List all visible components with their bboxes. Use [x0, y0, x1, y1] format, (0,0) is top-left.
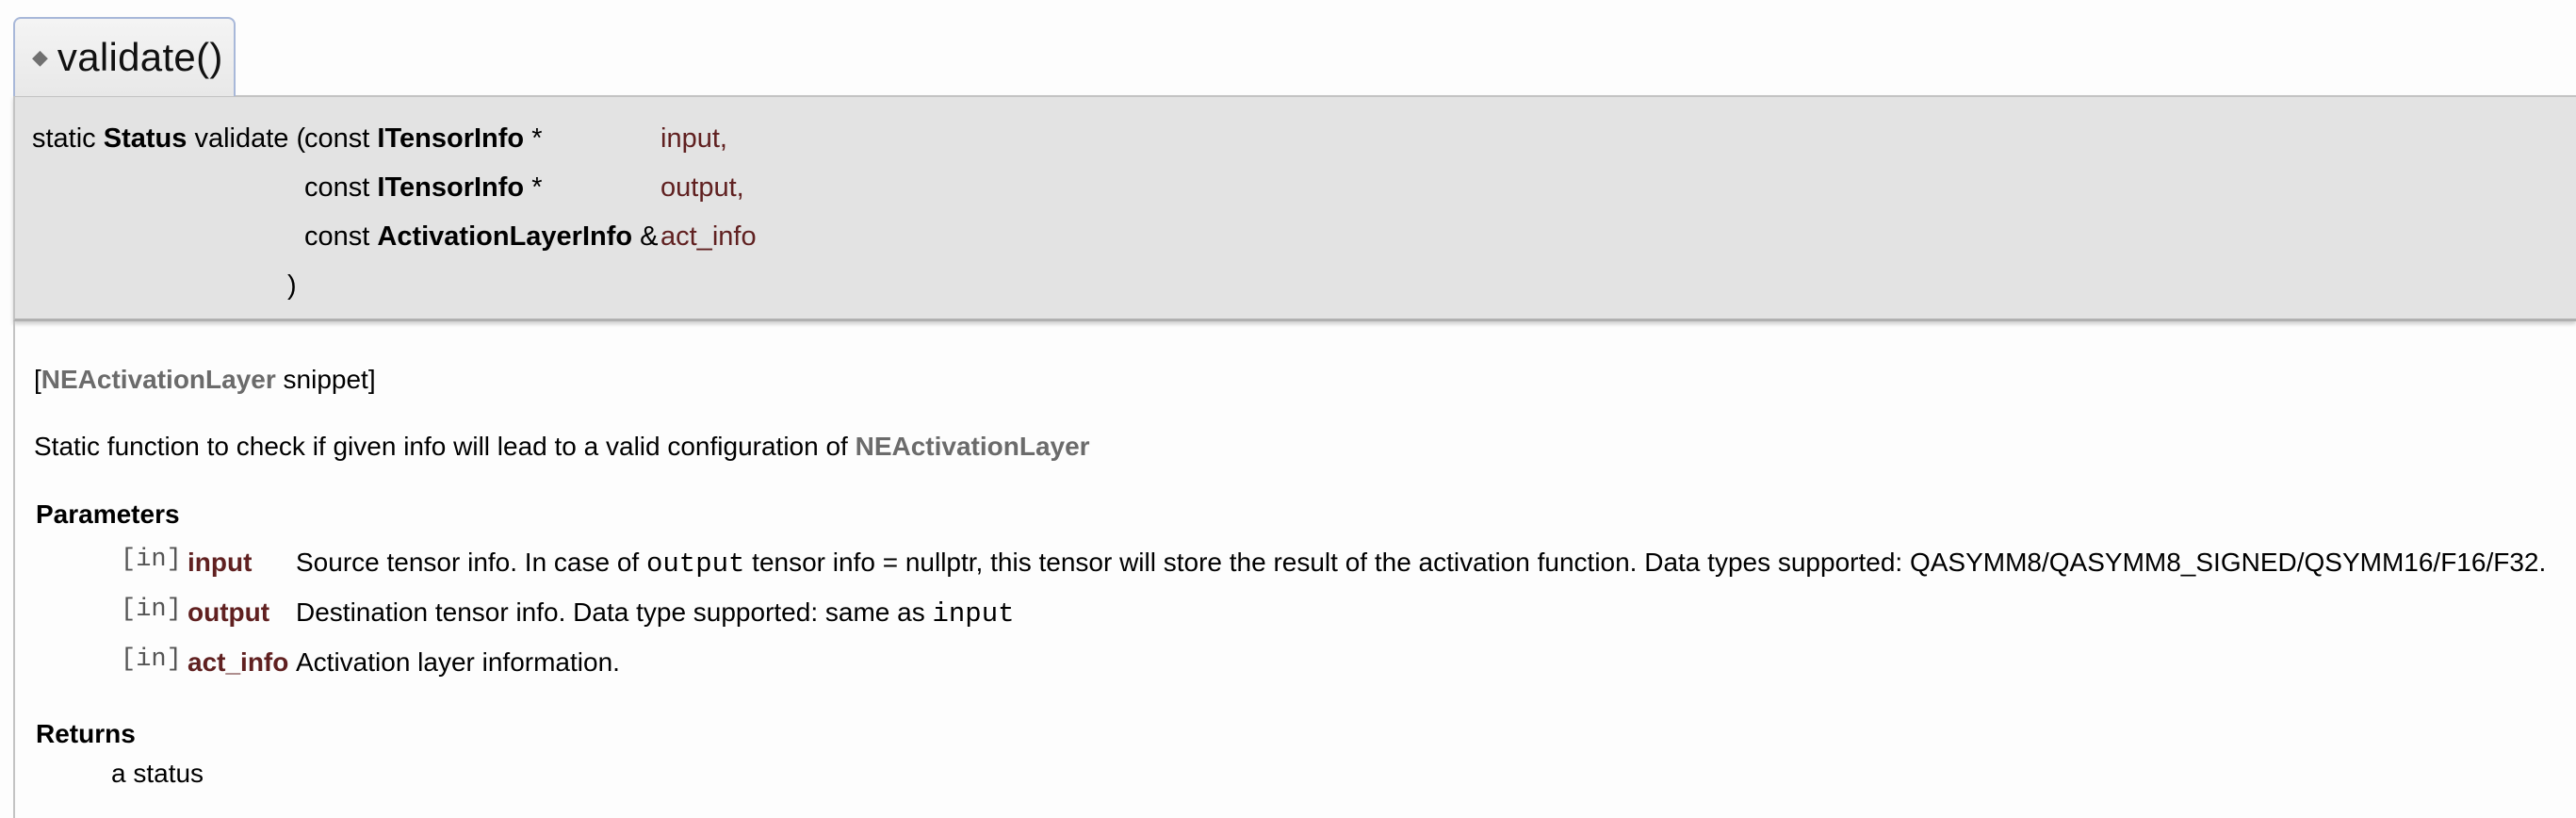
- qualifier: static: [32, 123, 96, 154]
- param-description-output: Destination tensor info. Data type suppo…: [296, 597, 1015, 630]
- returns-description: a status: [111, 759, 204, 788]
- param-direction: [in]: [121, 596, 182, 624]
- param-type-link[interactable]: ITensorInfo: [377, 123, 524, 154]
- member-title: validate(): [57, 35, 223, 79]
- parameters-heading: Parameters: [36, 499, 180, 529]
- param-description-input: Source tensor info. In case of output te…: [296, 548, 2547, 580]
- close-paren: ): [287, 270, 297, 301]
- prototype-line-1: static Status validate (: [32, 125, 305, 153]
- function-prototype: static Status validate ( const ITensorIn…: [13, 95, 2576, 321]
- param-name-1: input,: [660, 123, 727, 154]
- param-type-link[interactable]: ITensorInfo: [377, 172, 524, 203]
- member-title-tab: ◆ validate(): [13, 17, 236, 96]
- param-description-act-info: Activation layer information.: [296, 647, 620, 677]
- function-name: validate: [194, 123, 289, 154]
- returns-heading: Returns: [36, 719, 136, 748]
- param-type-1: const ITensorInfo *: [304, 123, 543, 154]
- param-name-2: output,: [660, 172, 744, 203]
- inline-code: input: [932, 598, 1015, 630]
- inline-code: output: [645, 548, 745, 580]
- param-name-input: input: [187, 548, 253, 577]
- param-direction: [in]: [121, 646, 182, 674]
- param-type-3: const ActivationLayerInfo &: [304, 221, 659, 252]
- brief-class-link[interactable]: NEActivationLayer: [856, 432, 1090, 461]
- param-type-2: const ITensorInfo *: [304, 172, 543, 203]
- param-direction: [in]: [121, 546, 182, 574]
- param-name-output: output: [187, 597, 270, 627]
- diamond-icon: ◆: [32, 45, 48, 69]
- doc-page: ◆ validate() static Status validate ( co…: [0, 0, 2576, 818]
- brief-description: Static function to check if given info w…: [34, 432, 1090, 461]
- snippet-line: [NEActivationLayer snippet]: [34, 365, 376, 394]
- param-name-3: act_info: [660, 221, 757, 252]
- param-name-act-info: act_info: [187, 647, 289, 677]
- param-type-link[interactable]: ActivationLayerInfo: [377, 221, 632, 252]
- snippet-class-link[interactable]: NEActivationLayer: [41, 365, 276, 394]
- return-type-link[interactable]: Status: [104, 123, 187, 154]
- member-documentation: [NEActivationLayer snippet] Static funct…: [13, 321, 2576, 818]
